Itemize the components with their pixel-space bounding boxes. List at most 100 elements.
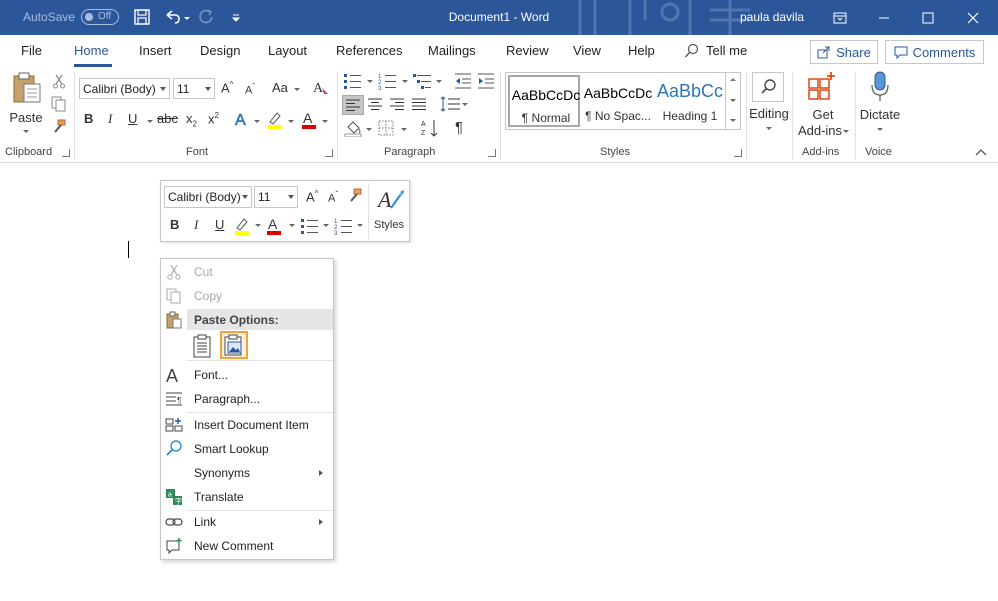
bullets-dropdown-icon[interactable] — [367, 80, 373, 83]
menu-item-new-comment[interactable]: New Comment — [161, 534, 333, 558]
mini-format-painter-icon[interactable] — [347, 188, 363, 204]
autosave-toggle[interactable]: Off — [81, 9, 119, 25]
sort-icon[interactable]: AZ — [420, 118, 440, 138]
ribbon-display-options-button[interactable] — [817, 0, 863, 35]
mini-grow-font-icon[interactable]: A^ — [306, 189, 318, 204]
styles-scroll-down-icon[interactable] — [730, 99, 736, 102]
comments-button[interactable]: Comments — [885, 40, 984, 64]
mini-bold-button[interactable]: B — [170, 217, 179, 232]
styles-scroll-up-icon[interactable] — [730, 78, 736, 81]
shading-dropdown-icon[interactable] — [366, 128, 372, 131]
paste-picture-button[interactable] — [220, 331, 248, 359]
line-spacing-icon[interactable] — [440, 96, 462, 112]
document-canvas[interactable] — [0, 163, 998, 601]
menu-item-cut[interactable]: Cut — [161, 260, 333, 284]
mini-font-size-combo[interactable]: 11 — [254, 186, 298, 208]
collapse-ribbon-icon[interactable] — [975, 148, 987, 156]
undo-icon[interactable] — [162, 7, 182, 27]
format-painter-icon[interactable] — [51, 119, 67, 135]
font-name-combo[interactable]: Calibri (Body) — [79, 78, 170, 99]
style-normal[interactable]: AaBbCcDc ¶ Normal — [508, 75, 580, 127]
superscript-button[interactable]: x2 — [208, 111, 219, 126]
paste-button[interactable]: Paste — [6, 72, 46, 142]
line-spacing-dropdown-icon[interactable] — [462, 103, 468, 106]
clipboard-launcher-icon[interactable] — [62, 149, 70, 157]
borders-icon[interactable] — [378, 120, 394, 136]
highlight-dropdown-icon[interactable] — [288, 120, 294, 123]
redo-icon[interactable] — [196, 7, 216, 27]
justify-icon[interactable] — [411, 97, 427, 111]
mini-bullets-dropdown-icon[interactable] — [323, 224, 329, 227]
bold-button[interactable]: B — [84, 111, 93, 126]
align-right-icon[interactable] — [389, 97, 405, 111]
tell-me-search[interactable]: Tell me — [706, 43, 747, 58]
bullets-icon[interactable] — [343, 72, 365, 90]
numbering-icon[interactable]: 123 — [378, 72, 400, 90]
menu-item-font[interactable]: A Font... — [161, 363, 333, 387]
tab-home[interactable]: Home — [74, 43, 109, 58]
numbering-dropdown-icon[interactable] — [402, 80, 408, 83]
decrease-indent-icon[interactable] — [454, 72, 472, 90]
mini-numbering-icon[interactable]: 123 — [334, 217, 356, 235]
customize-qat-icon[interactable] — [226, 7, 246, 27]
strikethrough-button[interactable]: abc — [157, 111, 178, 126]
align-center-icon[interactable] — [367, 97, 383, 111]
get-add-ins-button[interactable]: Get Add-ins — [796, 70, 850, 140]
highlight-icon[interactable] — [266, 110, 284, 130]
italic-button[interactable]: I — [108, 111, 112, 127]
mini-highlight-icon[interactable] — [233, 216, 251, 236]
styles-launcher-icon[interactable] — [734, 149, 742, 157]
font-size-combo[interactable]: 11 — [173, 78, 215, 99]
text-effects-dropdown-icon[interactable] — [254, 120, 260, 123]
menu-item-copy[interactable]: Copy — [161, 284, 333, 308]
clear-formatting-icon[interactable]: A — [312, 78, 330, 96]
mini-bullets-icon[interactable] — [300, 217, 322, 235]
change-case-dropdown-icon[interactable] — [294, 88, 300, 91]
font-color-icon[interactable]: A — [300, 110, 318, 130]
style-no-spacing[interactable]: AaBbCcDc ¶ No Spac... — [582, 75, 654, 127]
mini-numbering-dropdown-icon[interactable] — [357, 224, 363, 227]
shrink-font-icon[interactable]: Aˇ — [245, 82, 255, 97]
grow-font-icon[interactable]: A^ — [221, 80, 233, 95]
menu-item-insert-document-item[interactable]: Insert Document Item — [161, 413, 333, 437]
copy-icon[interactable] — [51, 96, 67, 112]
mini-font-color-icon[interactable]: A — [265, 216, 283, 236]
tab-insert[interactable]: Insert — [139, 43, 172, 58]
user-name[interactable]: paula davila — [740, 10, 804, 24]
subscript-button[interactable]: x2 — [186, 111, 197, 129]
share-button[interactable]: Share — [810, 40, 878, 64]
mini-italic-button[interactable]: I — [194, 217, 198, 233]
mini-styles-button[interactable]: A Styles — [368, 183, 408, 239]
mini-font-color-dropdown-icon[interactable] — [289, 224, 295, 227]
mini-highlight-dropdown-icon[interactable] — [255, 224, 261, 227]
mini-underline-button[interactable]: U — [215, 217, 224, 232]
underline-button[interactable]: U — [128, 111, 137, 126]
styles-more-icon[interactable] — [730, 119, 736, 122]
editing-button[interactable]: Editing — [749, 70, 789, 136]
menu-item-synonyms[interactable]: Synonyms — [161, 461, 333, 485]
paste-keep-text-only-icon[interactable] — [191, 334, 213, 358]
align-left-button[interactable] — [342, 95, 364, 115]
change-case-button[interactable]: Aa — [272, 80, 288, 95]
save-icon[interactable] — [132, 7, 152, 27]
tab-review[interactable]: Review — [506, 43, 549, 58]
tab-references[interactable]: References — [336, 43, 402, 58]
shading-icon[interactable] — [344, 119, 364, 137]
close-button[interactable] — [950, 0, 996, 35]
borders-dropdown-icon[interactable] — [401, 128, 407, 131]
menu-item-link[interactable]: Link — [161, 510, 333, 534]
multilevel-dropdown-icon[interactable] — [436, 80, 442, 83]
minimize-button[interactable] — [861, 0, 907, 35]
style-heading-1[interactable]: AaBbCc Heading 1 — [654, 75, 726, 127]
tab-view[interactable]: View — [573, 43, 601, 58]
tab-file[interactable]: File — [21, 43, 42, 58]
show-formatting-marks-icon[interactable]: ¶ — [455, 119, 463, 136]
undo-dropdown-icon[interactable] — [184, 17, 190, 20]
dictate-button[interactable]: Dictate — [858, 70, 902, 140]
paragraph-launcher-icon[interactable] — [488, 149, 496, 157]
menu-item-paragraph[interactable]: ¶ Paragraph... — [161, 387, 333, 411]
tab-mailings[interactable]: Mailings — [428, 43, 476, 58]
menu-item-translate[interactable]: a字 Translate — [161, 485, 333, 509]
increase-indent-icon[interactable] — [477, 72, 495, 90]
maximize-button[interactable] — [905, 0, 951, 35]
